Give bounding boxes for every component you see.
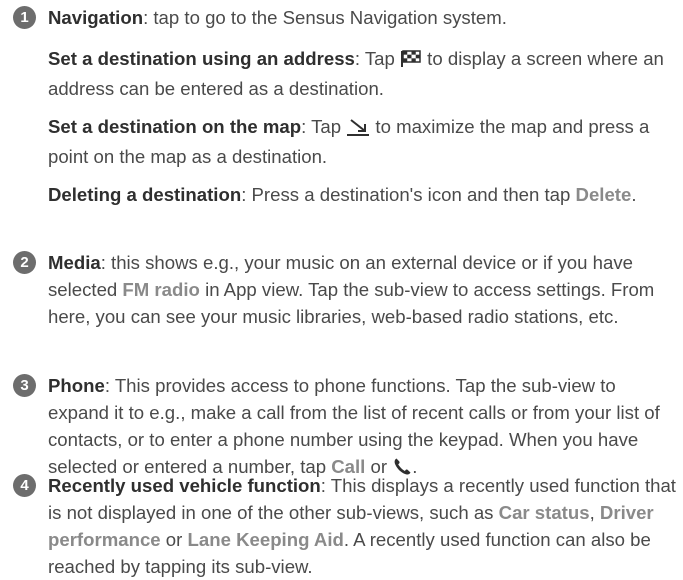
number-badge: 2: [13, 251, 36, 274]
number-badge: 3: [13, 374, 36, 397]
fm-radio-ui-label: FM radio: [122, 279, 200, 300]
map-text-pre: : Tap: [301, 116, 347, 137]
term-recent-function: Recently used vehicle function: [48, 475, 321, 496]
delete-paragraph: Deleting a destination: Press a destinat…: [48, 181, 678, 208]
vehicle-function-paragraph: Recently used vehicle function: This dis…: [48, 472, 678, 580]
lane-keeping-aid-ui-label: Lane Keeping Aid: [187, 529, 344, 550]
delete-ui-label: Delete: [575, 184, 632, 205]
term-navigation: Navigation: [48, 7, 144, 28]
address-text-pre: : Tap: [354, 48, 401, 69]
address-paragraph: Set a destination using an address: Tap …: [48, 45, 678, 102]
term-map: Set a destination on the map: [48, 116, 302, 137]
map-paragraph: Set a destination on the map: Tap to max…: [48, 113, 678, 170]
checkered-flag-icon: [400, 48, 422, 75]
navigation-text: : tap to go to the Sensus Navigation sys…: [143, 7, 507, 28]
term-media: Media: [48, 252, 101, 273]
number-badge: 1: [13, 6, 36, 29]
media-paragraph: Media: this shows e.g., your music on an…: [48, 249, 678, 330]
navigation-paragraph: Navigation: tap to go to the Sensus Navi…: [48, 4, 678, 31]
delete-text-pre: : Press a destination's icon and then ta…: [241, 184, 576, 205]
separator-2: or: [160, 529, 188, 550]
car-status-ui-label: Car status: [498, 502, 590, 523]
term-phone: Phone: [48, 375, 105, 396]
number-badge: 4: [13, 474, 36, 497]
term-delete: Deleting a destination: [48, 184, 242, 205]
maximize-arrow-icon: [346, 116, 370, 143]
separator-1: ,: [589, 502, 600, 523]
term-address: Set a destination using an address: [48, 48, 355, 69]
phone-paragraph: Phone: This provides access to phone fun…: [48, 372, 678, 483]
delete-text-post: .: [631, 184, 637, 205]
